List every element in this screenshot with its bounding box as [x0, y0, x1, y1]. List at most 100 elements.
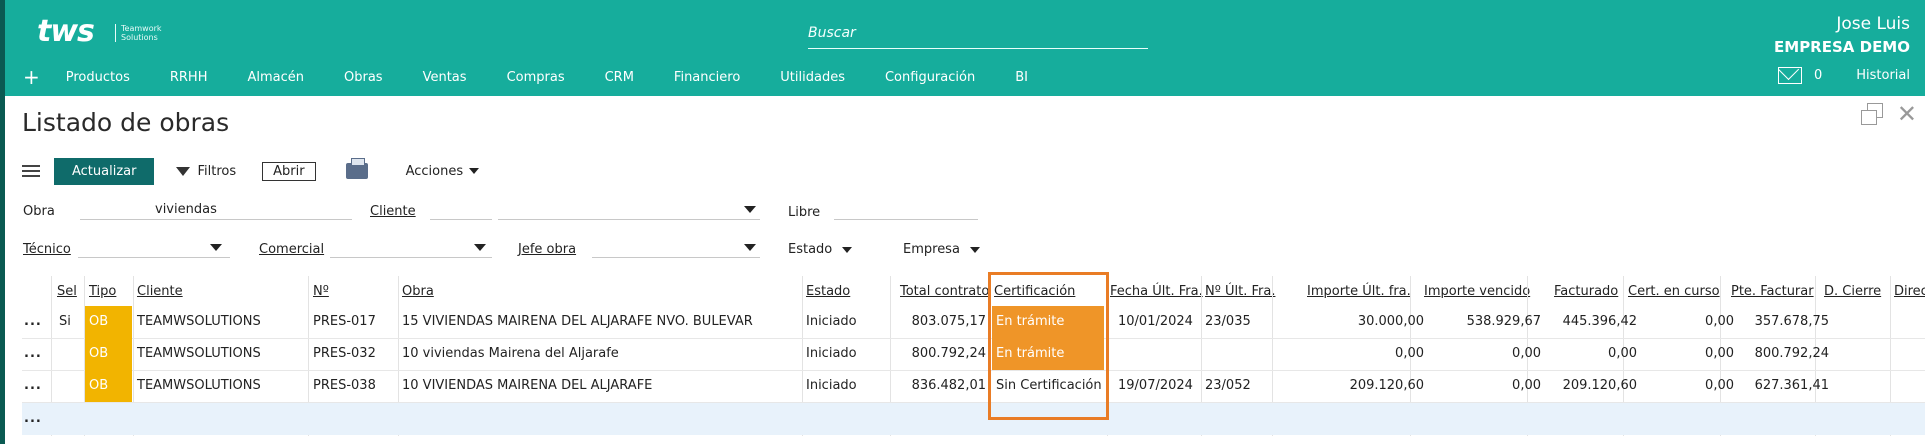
app-logo[interactable]: tws Teamwork Solutions	[37, 14, 167, 54]
window-controls: ✕	[1860, 102, 1917, 126]
open-button[interactable]: Abrir	[262, 161, 316, 181]
row-menu-button[interactable]: ...	[24, 338, 42, 370]
menu-item-configuracion[interactable]: Configuración	[885, 70, 975, 85]
row-certificacion: En trámite	[992, 338, 1104, 370]
row-importe-ult-fra: 30.000,00	[1357, 314, 1424, 329]
row-menu-button[interactable]: ...	[24, 370, 42, 402]
add-menu-button[interactable]: +	[23, 67, 40, 87]
table-row[interactable]: ... Si OB TEAMWSOLUTIONS PRES-017 15 VIV…	[22, 306, 1925, 339]
user-info[interactable]: Jose Luis EMPRESA DEMO	[1774, 14, 1910, 56]
row-obra: 15 VIVIENDAS MAIRENA DEL ALJARAFE NVO. B…	[402, 314, 753, 329]
column-header-total-contrato[interactable]: Total contrato	[900, 284, 989, 299]
menu-item-compras[interactable]: Compras	[507, 70, 565, 85]
history-link[interactable]: Historial	[1856, 68, 1910, 83]
row-menu-button[interactable]: ...	[24, 403, 42, 435]
column-header-d-cierre[interactable]: D. Cierre	[1824, 284, 1881, 299]
menu-item-bi[interactable]: BI	[1015, 70, 1028, 85]
column-header-sel[interactable]: Sel	[57, 284, 77, 299]
column-header-num[interactable]: Nº	[313, 284, 329, 299]
column-header-estado[interactable]: Estado	[806, 284, 850, 299]
cliente-filter-label[interactable]: Cliente	[370, 204, 416, 219]
menu-item-utilidades[interactable]: Utilidades	[780, 70, 845, 85]
tecnico-select[interactable]	[78, 238, 230, 258]
jefe-obra-filter-label[interactable]: Jefe obra	[518, 242, 576, 257]
column-header-obra[interactable]: Obra	[402, 284, 434, 299]
menu-item-rrhh[interactable]: RRHH	[170, 70, 208, 85]
libre-filter-input[interactable]	[834, 200, 978, 220]
row-obra: 10 viviendas Mairena del Aljarafe	[402, 346, 619, 361]
restore-window-icon[interactable]	[1860, 103, 1883, 125]
column-header-direc[interactable]: Direc	[1894, 284, 1925, 299]
app-header: tws Teamwork Solutions Jose Luis EMPRESA…	[5, 0, 1925, 96]
new-table-row[interactable]: ...	[22, 403, 1925, 435]
actions-menu-button[interactable]: Acciones	[406, 164, 480, 179]
column-header-importe-vencido[interactable]: Importe vencido	[1424, 284, 1530, 299]
column-header-certificacion[interactable]: Certificación	[994, 284, 1075, 299]
logo-mark: tws	[37, 14, 95, 49]
menu-item-crm[interactable]: CRM	[605, 70, 634, 85]
menu-item-almacen[interactable]: Almacén	[247, 70, 304, 85]
comercial-filter-label[interactable]: Comercial	[259, 242, 324, 257]
libre-filter-label: Libre	[788, 205, 821, 220]
empresa-filter-button[interactable]: Empresa	[903, 242, 980, 257]
row-importe-vencido: 0,00	[1512, 346, 1541, 361]
chevron-down-icon	[474, 244, 486, 251]
menu-item-productos[interactable]: Productos	[66, 70, 130, 85]
cliente-select[interactable]	[498, 200, 760, 220]
company-name: EMPRESA DEMO	[1774, 38, 1910, 56]
header-right-tools: 0 Historial	[1777, 67, 1910, 84]
column-header-cliente[interactable]: Cliente	[137, 284, 183, 299]
menu-item-ventas[interactable]: Ventas	[423, 70, 467, 85]
table-row[interactable]: ... OB TEAMWSOLUTIONS PRES-038 10 VIVIEN…	[22, 370, 1925, 403]
search-input[interactable]	[808, 20, 1148, 46]
row-tipo-badge: OB	[85, 338, 132, 370]
column-header-fecha-ult-fra[interactable]: Fecha Últ. Fra.	[1110, 284, 1203, 299]
row-fecha-ult-fra: 10/01/2024	[1118, 314, 1193, 329]
mail-icon[interactable]	[1777, 67, 1802, 84]
row-total-contrato: 836.482,01	[911, 378, 986, 393]
column-header-cert-en-curso[interactable]: Cert. en curso	[1628, 284, 1720, 299]
jefe-obra-select[interactable]	[592, 238, 760, 258]
close-icon[interactable]: ✕	[1897, 102, 1917, 126]
chevron-down-icon	[969, 246, 980, 253]
column-header-tipo[interactable]: Tipo	[89, 284, 116, 299]
printer-icon[interactable]	[345, 158, 368, 179]
logo-tagline: Teamwork Solutions	[115, 24, 162, 42]
row-total-contrato: 803.075,17	[911, 314, 986, 329]
column-header-num-ult-fra[interactable]: Nº Últ. Fra.	[1205, 284, 1275, 299]
filters-button[interactable]: Filtros	[176, 164, 236, 179]
menu-item-obras[interactable]: Obras	[344, 70, 383, 85]
column-header-facturado[interactable]: Facturado	[1554, 284, 1618, 299]
menu-icon[interactable]	[22, 162, 40, 180]
filter-icon	[176, 166, 191, 176]
row-cert-en-curso: 0,00	[1705, 346, 1734, 361]
column-header-importe-ult-fra[interactable]: Importe Últ. fra.	[1307, 284, 1411, 299]
estado-filter-button[interactable]: Estado	[788, 242, 853, 257]
chevron-down-icon	[842, 246, 853, 253]
row-importe-ult-fra: 209.120,60	[1349, 378, 1424, 393]
refresh-button[interactable]: Actualizar	[54, 157, 155, 185]
row-facturado: 209.120,60	[1562, 378, 1637, 393]
row-estado: Iniciado	[806, 346, 857, 361]
tecnico-filter-label[interactable]: Técnico	[23, 242, 71, 257]
row-num-ult-fra: 23/052	[1205, 378, 1251, 393]
chevron-down-icon	[744, 206, 756, 213]
row-sel[interactable]: Si	[59, 306, 71, 338]
row-menu-button[interactable]: ...	[24, 306, 42, 338]
row-pte-facturar: 627.361,41	[1754, 378, 1829, 393]
toolbar: Actualizar Filtros Abrir Acciones	[22, 156, 1912, 186]
row-estado: Iniciado	[806, 314, 857, 329]
row-num: PRES-032	[313, 346, 376, 361]
row-cert-en-curso: 0,00	[1705, 314, 1734, 329]
mail-count: 0	[1813, 68, 1823, 83]
obra-filter-input[interactable]: viviendas	[80, 200, 352, 220]
menu-item-financiero[interactable]: Financiero	[674, 70, 740, 85]
row-num: PRES-038	[313, 378, 376, 393]
column-header-pte-facturar[interactable]: Pte. Facturar	[1731, 284, 1814, 299]
cliente-code-input[interactable]	[430, 200, 492, 220]
user-name: Jose Luis	[1836, 14, 1910, 34]
page-title: Listado de obras	[22, 108, 230, 137]
comercial-select[interactable]	[330, 238, 492, 258]
actions-label: Acciones	[405, 163, 464, 179]
table-row[interactable]: ... OB TEAMWSOLUTIONS PRES-032 10 vivien…	[22, 338, 1925, 371]
